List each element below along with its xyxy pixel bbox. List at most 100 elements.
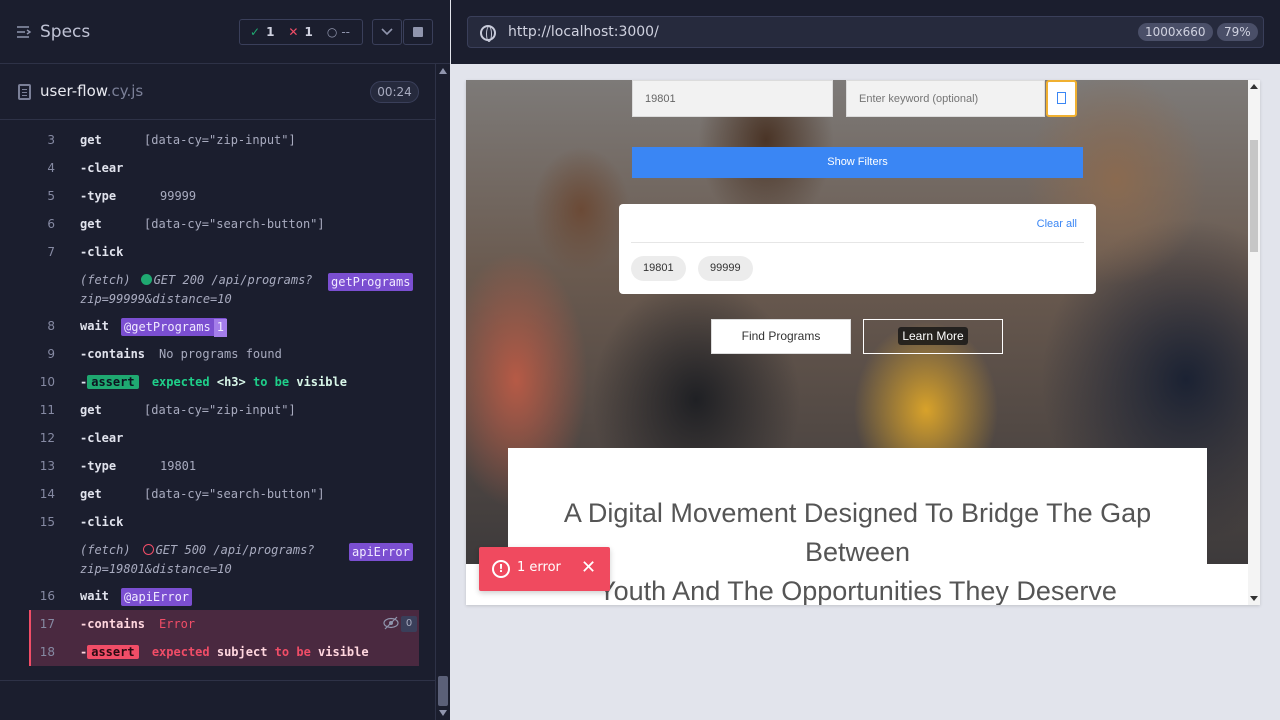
command-log: 3 get [data-cy="zip-input"] 4 -clear 5 -… <box>0 120 435 680</box>
alias-badge: apiError <box>349 543 413 561</box>
reporter-scrollbar[interactable] <box>435 64 450 720</box>
search-icon <box>1057 92 1066 104</box>
wait-alias-badge: @apiError <box>121 588 193 606</box>
filter-chip[interactable]: 19801 <box>631 256 686 281</box>
command-name: -clear <box>80 431 124 445</box>
command-number: 14 <box>39 487 55 501</box>
command-arg: [data-cy="zip-input"] <box>144 133 296 147</box>
wait-alias-badge: @getPrograms 1 <box>121 318 227 337</box>
pending-spinner-icon: ○ <box>326 25 338 39</box>
scroll-thumb[interactable] <box>1250 140 1258 252</box>
pending-count: -- <box>341 25 350 39</box>
command-arg: [data-cy="search-button"] <box>144 217 325 231</box>
passed-check-icon: ✓ <box>250 25 261 39</box>
fetch-request: GET 500 /api/programs? <box>155 543 315 557</box>
scroll-up-arrow-icon[interactable] <box>439 68 447 74</box>
command-name: -click <box>80 515 124 529</box>
divider <box>631 242 1084 243</box>
stop-icon <box>413 27 423 37</box>
command-number: 17 <box>39 617 55 631</box>
keyword-input[interactable] <box>846 80 1045 117</box>
command-arg: [data-cy="zip-input"] <box>144 403 296 417</box>
fetch-label: (fetch) <box>80 273 131 287</box>
command-number: 11 <box>39 403 55 417</box>
error-count-label: 1 error <box>517 560 561 575</box>
command-number: 6 <box>47 217 55 231</box>
command-number: 8 <box>47 319 55 333</box>
globe-icon <box>480 25 496 42</box>
scroll-down-arrow-icon[interactable] <box>439 710 447 716</box>
spec-file-ext: .cy.js <box>106 82 144 100</box>
command-name: -contains <box>80 617 146 631</box>
specs-label: Specs <box>40 22 91 42</box>
chevron-down-icon <box>381 28 393 36</box>
command-arg: 19801 <box>160 459 197 473</box>
specs-button[interactable]: Specs <box>16 20 90 44</box>
failed-command-row[interactable]: 17 -contains Error 0 <box>29 610 419 638</box>
active-filters-card: Clear all 19801 99999 <box>619 204 1096 294</box>
command-arg: 99999 <box>160 189 197 203</box>
intro-card: A Digital Movement Designed To Bridge Th… <box>508 448 1207 605</box>
command-name: -type <box>80 459 117 473</box>
alias-count: 1 <box>213 319 227 337</box>
close-icon[interactable]: ✕ <box>581 558 596 578</box>
command-number: 5 <box>47 189 55 203</box>
duration-badge: 00:24 <box>370 81 419 103</box>
command-name: get <box>80 217 102 231</box>
filter-chip[interactable]: 99999 <box>698 256 753 281</box>
command-name: wait <box>80 319 109 333</box>
command-number: 9 <box>47 347 55 361</box>
command-name: get <box>80 133 102 147</box>
command-name: get <box>80 487 102 501</box>
reporter-header: Specs ✓ 1 ✕ 1 ○ -- <box>0 0 450 64</box>
failed-x-icon: ✕ <box>288 25 299 39</box>
spec-file-name[interactable]: user-flow.cy.js <box>40 82 143 100</box>
error-toast[interactable]: ! 1 error ✕ <box>479 547 610 591</box>
zip-input[interactable] <box>632 80 833 117</box>
command-name: - assert expected subject to be visible <box>80 645 369 659</box>
command-arg: [data-cy="search-button"] <box>144 487 325 501</box>
scroll-thumb[interactable] <box>438 676 448 706</box>
app-under-test-frame: Show Filters Clear all 19801 99999 Find … <box>466 80 1260 605</box>
scroll-down-arrow-icon[interactable] <box>1250 596 1258 601</box>
failed-command-row[interactable]: 18 - assert expected subject to be visibl… <box>29 638 419 666</box>
alias-badge: getPrograms <box>328 273 414 291</box>
search-button[interactable] <box>1046 80 1077 117</box>
learn-more-button[interactable]: Learn More <box>863 319 1003 354</box>
error-circle-icon: ! <box>492 560 510 578</box>
zoom-badge[interactable]: 79% <box>1217 23 1258 41</box>
scroll-up-arrow-icon[interactable] <box>1250 84 1258 89</box>
dropdown-button[interactable] <box>372 19 402 45</box>
show-filters-button[interactable]: Show Filters <box>632 147 1083 178</box>
stop-button[interactable] <box>403 19 433 45</box>
command-number: 15 <box>39 515 55 529</box>
command-number: 10 <box>39 375 55 389</box>
url-bar[interactable]: http://localhost:3000/ 1000x660 79% <box>467 16 1264 48</box>
fetch-request: GET 200 /api/programs? <box>153 273 313 287</box>
learn-more-label: Learn More <box>898 327 968 345</box>
assert-badge: assert <box>87 645 139 659</box>
command-number: 4 <box>47 161 55 175</box>
command-name: - assert expected <h3> to be visible <box>80 375 347 389</box>
clear-all-link[interactable]: Clear all <box>1037 218 1077 230</box>
success-dot-icon <box>140 274 152 285</box>
aut-scrollbar[interactable] <box>1248 80 1260 605</box>
reporter-footer <box>0 680 435 720</box>
command-name: -click <box>80 245 124 259</box>
command-name: -type <box>80 189 117 203</box>
fetch-log-entry[interactable]: (fetch) GET 500 /api/programs? zip=19801&… <box>80 541 315 579</box>
aut-header: http://localhost:3000/ 1000x660 79% <box>451 0 1280 64</box>
reporter-panel: Specs ✓ 1 ✕ 1 ○ -- user-flow.cy.js 00:24… <box>0 0 450 720</box>
url-text: http://localhost:3000/ <box>508 24 659 40</box>
failed-count: 1 <box>304 25 313 39</box>
viewport-size-badge[interactable]: 1000x660 <box>1138 23 1213 41</box>
fetch-log-entry[interactable]: (fetch) GET 200 /api/programs? zip=99999&… <box>80 271 313 309</box>
command-name: wait <box>80 589 109 603</box>
find-programs-button[interactable]: Find Programs <box>711 319 851 354</box>
passed-count: 1 <box>266 25 275 39</box>
command-number: 16 <box>39 589 55 603</box>
headline: A Digital Movement Designed To Bridge Th… <box>563 498 1152 605</box>
fetch-label: (fetch) <box>80 543 131 557</box>
test-stats: ✓ 1 ✕ 1 ○ -- <box>239 19 363 45</box>
command-number: 7 <box>47 245 55 259</box>
